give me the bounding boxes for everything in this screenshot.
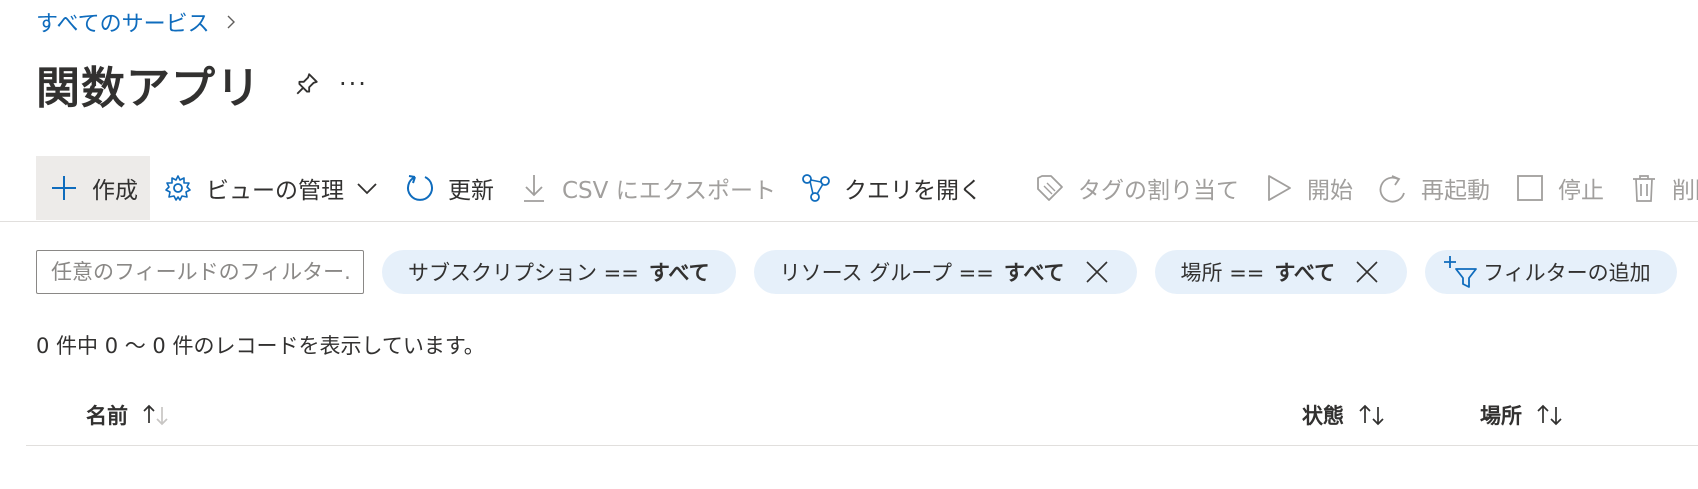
plus-icon	[48, 172, 80, 204]
delete-label: 削除	[1672, 178, 1698, 204]
manage-view-label: ビューの管理	[206, 178, 344, 204]
add-filter-icon	[1443, 254, 1479, 290]
filter-input[interactable]	[36, 250, 364, 294]
start-label: 開始	[1307, 178, 1354, 204]
command-bar: 作成 ビューの管理 更新 CSV にエクスポート クエリを開く タグの割り当て	[0, 156, 1698, 222]
resource-group-filter-pill[interactable]: リソース グループ == すべて	[753, 250, 1137, 294]
open-query-label: クエリを開く	[844, 178, 983, 204]
filter-row: サブスクリプション == すべて リソース グループ == すべて 場所 == …	[36, 250, 1677, 294]
refresh-label: 更新	[448, 178, 494, 204]
location-filter-label: 場所 ==	[1180, 261, 1265, 285]
column-header-label: 状態	[1302, 404, 1344, 428]
restart-button[interactable]: 再起動	[1365, 156, 1502, 220]
chevron-right-icon	[220, 11, 242, 33]
column-header-label: 名前	[86, 404, 128, 428]
play-icon	[1263, 172, 1295, 204]
breadcrumb: すべてのサービス	[36, 6, 242, 38]
stop-icon	[1514, 172, 1546, 204]
close-icon[interactable]	[1083, 258, 1111, 286]
export-csv-button[interactable]: CSV にエクスポート	[506, 156, 788, 220]
column-header-name[interactable]: 名前	[86, 400, 170, 430]
subscription-filter-label: サブスクリプション ==	[408, 261, 639, 285]
export-csv-label: CSV にエクスポート	[562, 178, 777, 204]
page-title: 関数アプリ	[36, 63, 261, 114]
close-icon[interactable]	[1353, 258, 1381, 286]
refresh-icon	[404, 172, 436, 204]
download-icon	[518, 172, 550, 204]
restart-label: 再起動	[1421, 178, 1491, 204]
add-filter-button[interactable]: フィルターの追加	[1425, 250, 1677, 294]
start-button[interactable]: 開始	[1251, 156, 1365, 220]
column-header-label: 場所	[1480, 404, 1522, 428]
pin-icon[interactable]	[287, 64, 327, 104]
subscription-filter-pill[interactable]: サブスクリプション == すべて	[382, 250, 736, 294]
stop-button[interactable]: 停止	[1502, 156, 1616, 220]
subscription-filter-value: すべて	[648, 261, 710, 285]
add-filter-label: フィルターの追加	[1483, 261, 1651, 285]
manage-view-button[interactable]: ビューの管理	[150, 156, 392, 220]
refresh-button[interactable]: 更新	[392, 156, 506, 220]
create-label: 作成	[92, 178, 138, 204]
column-header-location[interactable]: 場所	[1480, 400, 1564, 430]
table-header: 名前 状態 場所	[26, 394, 1698, 446]
stop-label: 停止	[1558, 178, 1605, 204]
resource-group-filter-label: リソース グループ ==	[779, 261, 994, 285]
tag-icon	[1034, 172, 1066, 204]
sort-arrows-icon	[142, 403, 170, 427]
sort-arrows-icon	[1536, 403, 1564, 427]
more-icon[interactable]: ···	[339, 70, 368, 98]
gear-icon	[162, 172, 194, 204]
create-button[interactable]: 作成	[36, 156, 150, 220]
location-filter-pill[interactable]: 場所 == すべて	[1154, 250, 1408, 294]
title-row: 関数アプリ ···	[36, 52, 368, 116]
assign-tags-button[interactable]: タグの割り当て	[1022, 156, 1251, 220]
restart-icon	[1377, 172, 1409, 204]
open-query-button[interactable]: クエリを開く	[788, 156, 994, 220]
column-header-status[interactable]: 状態	[1302, 400, 1386, 430]
assign-tags-label: タグの割り当て	[1078, 178, 1240, 204]
delete-button[interactable]: 削除	[1616, 156, 1698, 220]
location-filter-value: すべて	[1274, 261, 1336, 285]
query-icon	[800, 172, 832, 204]
trash-icon	[1628, 172, 1660, 204]
resource-group-filter-value: すべて	[1003, 261, 1065, 285]
breadcrumb-all-services[interactable]: すべてのサービス	[36, 6, 210, 38]
record-count-text: 0 件中 0 ～ 0 件のレコードを表示しています。	[36, 334, 485, 358]
chevron-down-icon	[354, 175, 380, 201]
sort-arrows-icon	[1358, 403, 1386, 427]
